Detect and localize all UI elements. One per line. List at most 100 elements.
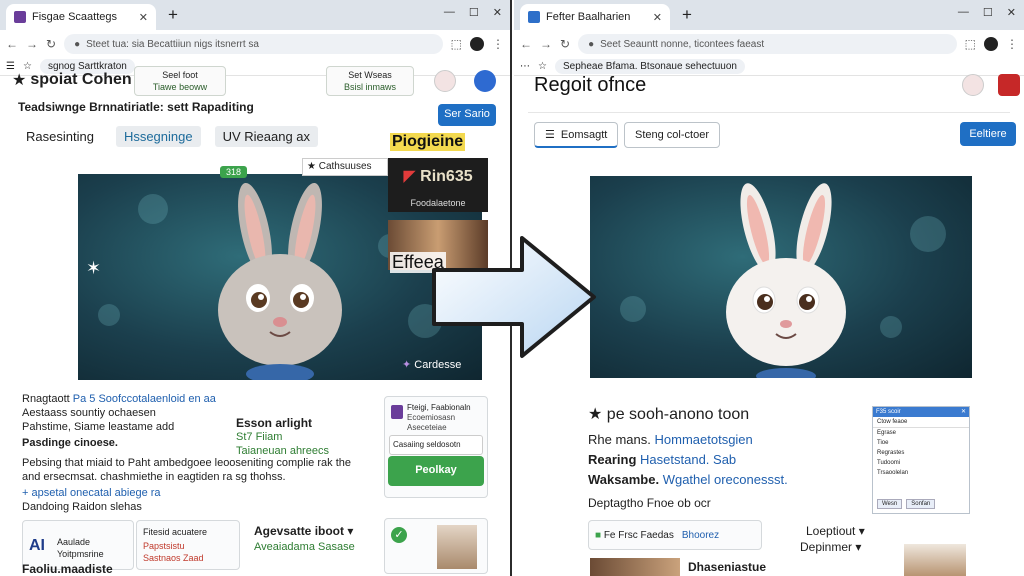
right-back-icon[interactable]: ← xyxy=(520,37,532,51)
info-line-8: Dandoing Raidon slehas xyxy=(22,501,142,513)
right-link-2[interactable]: Depinmer ▾ xyxy=(800,540,861,554)
right-tab-close-icon[interactable]: ✕ xyxy=(653,11,662,24)
left-back-icon[interactable]: ← xyxy=(6,37,18,51)
left-tab-3[interactable]: UV Rieaang ax xyxy=(214,126,319,147)
left-side-price-panel[interactable]: ◤ Rin635 Foodalaetone xyxy=(388,158,488,212)
right-close-window-icon[interactable]: ✕ xyxy=(1007,6,1016,19)
left-action-button[interactable]: Ser Sario xyxy=(438,104,496,126)
right-notification-icon[interactable] xyxy=(998,74,1020,96)
left-window-controls: — ☐ ✕ xyxy=(444,6,502,19)
right-bottom-label: Dhaseniastue xyxy=(688,560,767,574)
mini-row-6[interactable]: Trsaoolelan xyxy=(873,468,969,478)
right-section-title: ★ pe sooh-anono toon xyxy=(588,406,750,423)
middle-line-1: St7 Fiiam xyxy=(236,431,283,443)
bokeh-circle xyxy=(620,296,646,322)
bunny-illustration xyxy=(218,182,342,380)
card-link[interactable]: Casaiing seldosotn xyxy=(389,435,483,455)
right-link-1[interactable]: Loeptiout ▾ xyxy=(806,524,865,538)
left-toolbar: ← → ↻ ● Steet tua: sia Becattiiun nigs i… xyxy=(0,30,510,58)
ai-label: Aaulade xyxy=(57,537,91,547)
bottom-right-title[interactable]: Agevsatte iboot ▾ xyxy=(254,524,353,538)
chip-check-icon: ■ xyxy=(595,529,602,541)
bottom-thumbnail xyxy=(437,525,477,569)
link1-chevron-icon: ▾ xyxy=(858,524,865,538)
right-row-3: Waksambe. Wgathel oreconessst. xyxy=(588,472,788,487)
mini-row-3[interactable]: Tioe xyxy=(873,438,969,448)
right-lock-icon: ● xyxy=(588,38,595,50)
right-primary-button[interactable]: Eeltiere xyxy=(960,122,1016,146)
right-menu-icon[interactable]: ⋮ xyxy=(1006,37,1018,51)
right-star-icon[interactable]: ☆ xyxy=(538,61,547,72)
caption-logo-icon: ✦ xyxy=(402,359,412,371)
right-bottom-thumb-2[interactable] xyxy=(904,544,966,576)
bottom-info-card[interactable]: Fitesid acuatere Papstsistu Sastnaos Zaa… xyxy=(136,520,240,570)
right-profile-icon[interactable] xyxy=(984,37,998,51)
left-hero-tooltip: ★ Cathsuuses xyxy=(302,158,388,176)
card-logo-icon xyxy=(391,405,403,419)
left-tab-close-icon[interactable]: ✕ xyxy=(139,11,148,24)
right-active-tab[interactable]: Fefter Baalharien ✕ xyxy=(520,4,670,30)
left-primary-button[interactable]: Peolkay xyxy=(388,456,484,486)
left-settings-icon[interactable] xyxy=(474,70,496,92)
right-url-text: Seet Seauntt nonne, ticontees faeast xyxy=(600,38,765,50)
sparkle-icon: ✶ xyxy=(86,258,102,278)
right-minimize-icon[interactable]: — xyxy=(958,6,969,19)
right-new-tab-icon[interactable]: + xyxy=(682,5,692,25)
mini-browser-window: F35 scoir ✕ Ctow feaoe Egrase Tioe Regra… xyxy=(872,406,970,514)
right-extensions-icon[interactable]: ⬚ xyxy=(965,37,976,51)
left-reload-icon[interactable]: ↻ xyxy=(46,37,56,51)
mini-row-1[interactable]: Ctow feaoe xyxy=(873,417,969,428)
info-line-2: Aestaass sountiy ochaesen xyxy=(22,407,156,419)
right-avatar[interactable] xyxy=(962,74,984,96)
mini-button-1[interactable]: Wesn xyxy=(877,499,903,509)
right-address-bar[interactable]: ● Seet Seauntt nonne, ticontees faeast xyxy=(578,34,957,54)
section-star-icon: ★ xyxy=(588,406,603,423)
left-profile-icon[interactable] xyxy=(470,37,484,51)
right-forward-icon[interactable]: → xyxy=(540,37,552,51)
right-chip-2[interactable]: Bhoorez xyxy=(682,530,719,541)
right-bookmark-item[interactable]: Sepheae Bfama. Btsonaue sehectuuon xyxy=(554,59,745,74)
left-active-tab[interactable]: Fisgae Scaattegs ✕ xyxy=(6,4,156,30)
left-minimize-icon[interactable]: — xyxy=(444,6,455,19)
link2-chevron-icon: ▾ xyxy=(855,540,862,554)
left-close-window-icon[interactable]: ✕ xyxy=(493,6,502,19)
mini-row-5[interactable]: Tudoomi xyxy=(873,458,969,468)
left-header-chip-1[interactable]: Seel foot Tiawe beoww xyxy=(134,66,226,96)
ai-icon: AI xyxy=(29,537,45,554)
right-window-controls: — ☐ ✕ xyxy=(958,6,1016,19)
left-avatar[interactable] xyxy=(434,70,456,92)
right-menu-button[interactable]: ☰ Eomsagtt xyxy=(534,122,619,148)
left-header-chip-2[interactable]: Set Wseas Bsisl inmaws xyxy=(326,66,414,96)
mini-titlebar: F35 scoir ✕ xyxy=(873,407,969,417)
left-forward-icon[interactable]: → xyxy=(26,37,38,51)
info-line-7[interactable]: + apsetal onecatal abiege ra xyxy=(22,486,161,500)
left-extensions-icon[interactable]: ⬚ xyxy=(451,37,462,51)
left-tab-1[interactable]: Rasesinting xyxy=(18,126,102,147)
mini-button-2[interactable]: Sonfan xyxy=(906,499,936,509)
left-address-bar[interactable]: ● Steet tua: sia Becattiiun nigs itsnerr… xyxy=(64,34,443,54)
right-apps-icon[interactable]: ⋯ xyxy=(520,61,530,72)
left-menu-icon[interactable]: ⋮ xyxy=(492,37,504,51)
right-bunny-illustration xyxy=(726,183,846,378)
right-maximize-icon[interactable]: ☐ xyxy=(983,6,993,19)
left-tab-title: Fisgae Scaattegs xyxy=(32,11,117,23)
right-reload-icon[interactable]: ↻ xyxy=(560,37,570,51)
block-line-2: Sastnaos Zaad xyxy=(143,553,204,563)
right-row-2: Rearing Hasetstand. Sab xyxy=(588,452,737,467)
right-chip-1[interactable]: ■ Fe Frsc Faedas xyxy=(595,530,674,541)
bottom-thumb-card[interactable]: ✓ xyxy=(384,518,488,574)
left-new-tab-icon[interactable]: + xyxy=(168,5,178,25)
right-bottom-thumbnail[interactable] xyxy=(590,558,680,576)
left-tab-2[interactable]: Hssegninge xyxy=(115,126,201,147)
right-page-title: Regoit ofnce xyxy=(534,74,647,96)
left-tab-strip: Fisgae Scaattegs ✕ + — ☐ ✕ xyxy=(0,0,510,30)
mini-row-2[interactable]: Egrase xyxy=(873,428,969,438)
mini-row-4[interactable]: Regrastes xyxy=(873,448,969,458)
info-line-5: Pebsing that miaid to Paht ambedgoee leo… xyxy=(22,457,351,469)
info-line-1: Rnagtaott Pa 5 Soofccotalaenloid en aa xyxy=(22,393,216,405)
card-title: Fteigi, Faabionaln xyxy=(407,403,471,412)
mini-close-icon[interactable]: ✕ xyxy=(961,407,966,417)
right-toolbar: ← → ↻ ● Seet Seauntt nonne, ticontees fa… xyxy=(514,30,1024,58)
right-secondary-button[interactable]: Steng col-ctoer xyxy=(624,122,720,148)
left-maximize-icon[interactable]: ☐ xyxy=(469,6,479,19)
